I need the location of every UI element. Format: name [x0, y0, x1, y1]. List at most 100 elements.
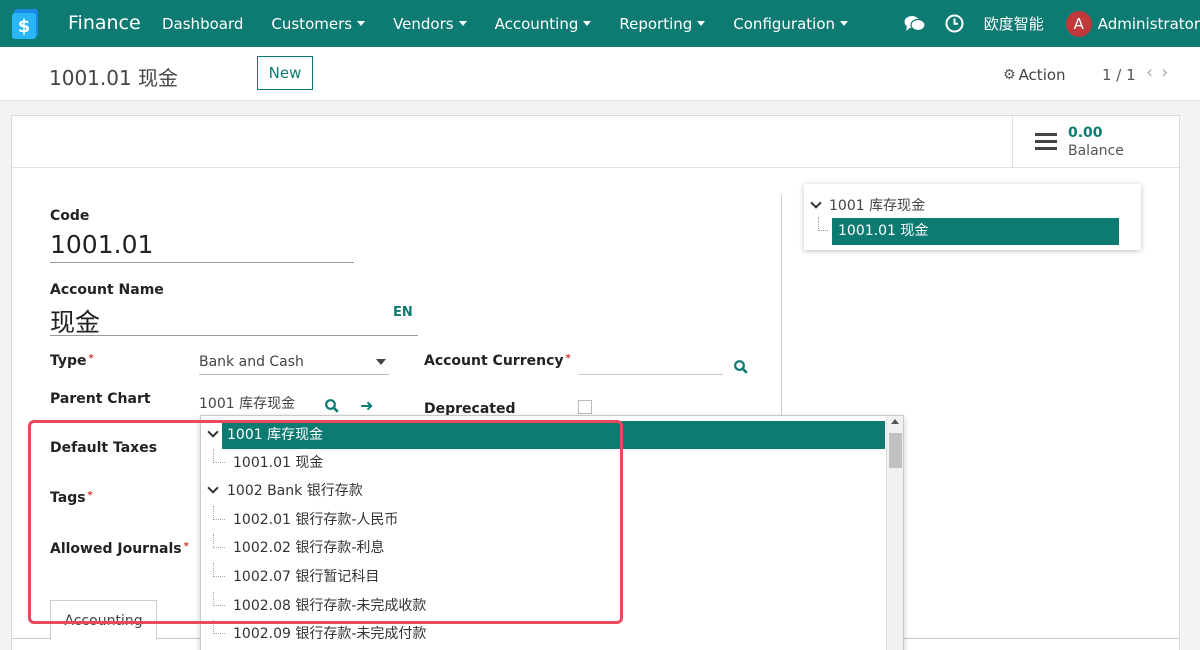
dropdown-option[interactable]: 1002.08 银行存款-未完成收款 — [233, 592, 426, 620]
menu-label: Accounting — [494, 14, 579, 33]
account-name-input[interactable]: 现金 — [50, 303, 100, 339]
pager-arrows: ‹› — [1146, 62, 1176, 83]
chevron-right-icon[interactable]: › — [1161, 62, 1176, 83]
required-mark: * — [183, 541, 189, 552]
avatar[interactable]: A — [1065, 10, 1092, 37]
arrow-right-icon[interactable]: ➜ — [360, 396, 373, 415]
search-icon[interactable] — [325, 399, 339, 413]
tree-connector — [213, 506, 225, 520]
menu-reporting[interactable]: Reporting — [619, 14, 706, 33]
menu-label: Configuration — [733, 14, 836, 33]
required-mark: * — [565, 353, 571, 364]
scroll-up-icon[interactable] — [891, 419, 899, 424]
dropdown-option[interactable]: 1001 库存现金 — [222, 421, 885, 449]
menu-dashboard[interactable]: Dashboard — [162, 15, 243, 33]
balance-value: 0.00 — [1068, 125, 1103, 141]
chevron-down-icon[interactable] — [810, 197, 822, 209]
balance-label: Balance — [1068, 143, 1124, 159]
menu-label: Dashboard — [162, 14, 244, 33]
chat-icon[interactable] — [904, 13, 926, 35]
button-box: 0.00 Balance — [12, 116, 1179, 168]
type-label: Type * — [50, 353, 94, 369]
pager-value[interactable]: 1 / 1 — [1102, 66, 1136, 84]
svg-text:$: $ — [18, 16, 31, 37]
tree-root-label: 1001 库存现金 — [829, 198, 926, 214]
user-menu[interactable]: Administrator — [1098, 15, 1200, 33]
action-menu[interactable]: ⚙ Action — [1003, 66, 1066, 84]
tree-connector — [213, 620, 225, 634]
tree-root-item[interactable]: 1001 库存现金 — [810, 195, 926, 215]
top-navbar: $ Finance Dashboard Customers Vendors Ac… — [0, 0, 1200, 47]
gear-icon: ⚙ — [1003, 67, 1016, 83]
allowed-journals-label: Allowed Journals * — [50, 541, 189, 557]
dropdown-option[interactable]: 1002.07 银行暂记科目 — [233, 563, 379, 591]
control-panel: 1001.01 现金 New ⚙ Action 1 / 1 ‹› — [0, 47, 1200, 101]
currency-input[interactable] — [578, 374, 723, 375]
menu-label: Reporting — [619, 14, 693, 33]
code-underline — [50, 262, 354, 263]
bars-icon — [1035, 133, 1057, 151]
required-mark: * — [88, 353, 94, 364]
parent-chart-label: Parent Chart — [50, 391, 151, 407]
chevron-down-icon[interactable] — [207, 426, 219, 438]
name-underline — [50, 335, 418, 336]
main-menu: Dashboard Customers Vendors Accounting R… — [162, 0, 876, 47]
default-taxes-label: Default Taxes — [50, 440, 158, 456]
parent-chart-dropdown: 1001 库存现金 1001.01 现金 1002 Bank 银行存款 1002… — [200, 415, 904, 650]
company-switcher[interactable]: 欧度智能 — [984, 13, 1044, 34]
dropdown-option[interactable]: 1001.01 现金 — [233, 449, 323, 477]
balance-button[interactable]: 0.00 Balance — [1012, 116, 1179, 168]
dropdown-option[interactable]: 1002 Bank 银行存款 — [227, 477, 363, 505]
breadcrumb-title: 1001.01 现金 — [49, 66, 179, 90]
account-name-label: Account Name — [50, 282, 164, 298]
menu-customers[interactable]: Customers — [271, 14, 366, 33]
menu-label: Vendors — [393, 14, 454, 33]
navbar-right: 欧度智能 A Administrator — [904, 0, 1200, 47]
tree-connector — [213, 534, 225, 548]
currency-label-text: Account Currency — [424, 353, 564, 369]
dropdown-option[interactable]: 1002.09 银行存款-未完成付款 — [233, 620, 426, 648]
tree-connector — [213, 449, 225, 463]
action-label: Action — [1018, 66, 1066, 84]
type-underline — [199, 374, 389, 375]
dropdown-scrollbar[interactable] — [886, 416, 903, 650]
code-label: Code — [50, 208, 90, 224]
dropdown-option[interactable]: 1002.02 银行存款-利息 — [233, 534, 384, 562]
search-icon[interactable] — [734, 360, 748, 374]
chevron-down-icon[interactable] — [207, 482, 219, 494]
tree-child-item[interactable]: 1001.01 现金 — [832, 218, 1119, 245]
new-button[interactable]: New — [257, 56, 313, 90]
parent-chart-input[interactable]: 1001 库存现金 — [199, 393, 295, 413]
type-label-text: Type — [50, 353, 87, 369]
code-input[interactable]: 1001.01 — [50, 230, 153, 259]
type-select[interactable]: Bank and Cash — [199, 354, 304, 370]
menu-configuration[interactable]: Configuration — [733, 14, 849, 33]
menu-label: Customers — [271, 14, 353, 33]
tab-accounting[interactable]: Accounting — [50, 600, 157, 640]
caret-down-icon — [697, 21, 706, 26]
chevron-left-icon[interactable]: ‹ — [1146, 62, 1161, 83]
caret-down-icon — [357, 21, 366, 26]
deprecated-checkbox[interactable] — [578, 400, 592, 414]
menu-vendors[interactable]: Vendors — [393, 15, 467, 33]
app-name[interactable]: Finance — [68, 12, 141, 34]
caret-down-icon — [583, 21, 592, 26]
tags-label-text: Tags — [50, 490, 86, 506]
menu-accounting[interactable]: Accounting — [495, 15, 592, 33]
tree-connector — [213, 563, 225, 577]
tree-connector — [818, 217, 828, 231]
caret-down-icon — [458, 21, 467, 26]
account-tree-panel: 1001 库存现金 1001.01 现金 — [804, 184, 1141, 250]
caret-down-icon — [840, 21, 849, 26]
required-mark: * — [87, 490, 93, 501]
select-caret-icon[interactable] — [376, 359, 386, 365]
journals-label-text: Allowed Journals — [50, 541, 182, 557]
scroll-thumb[interactable] — [889, 433, 902, 468]
tags-label: Tags * — [50, 490, 93, 506]
currency-label: Account Currency * — [424, 353, 571, 369]
tree-connector — [213, 592, 225, 606]
finance-app-icon[interactable]: $ — [12, 9, 40, 39]
language-button[interactable]: EN — [393, 305, 413, 320]
dropdown-option[interactable]: 1002.01 银行存款-人民币 — [233, 506, 398, 534]
clock-icon[interactable] — [944, 13, 966, 35]
